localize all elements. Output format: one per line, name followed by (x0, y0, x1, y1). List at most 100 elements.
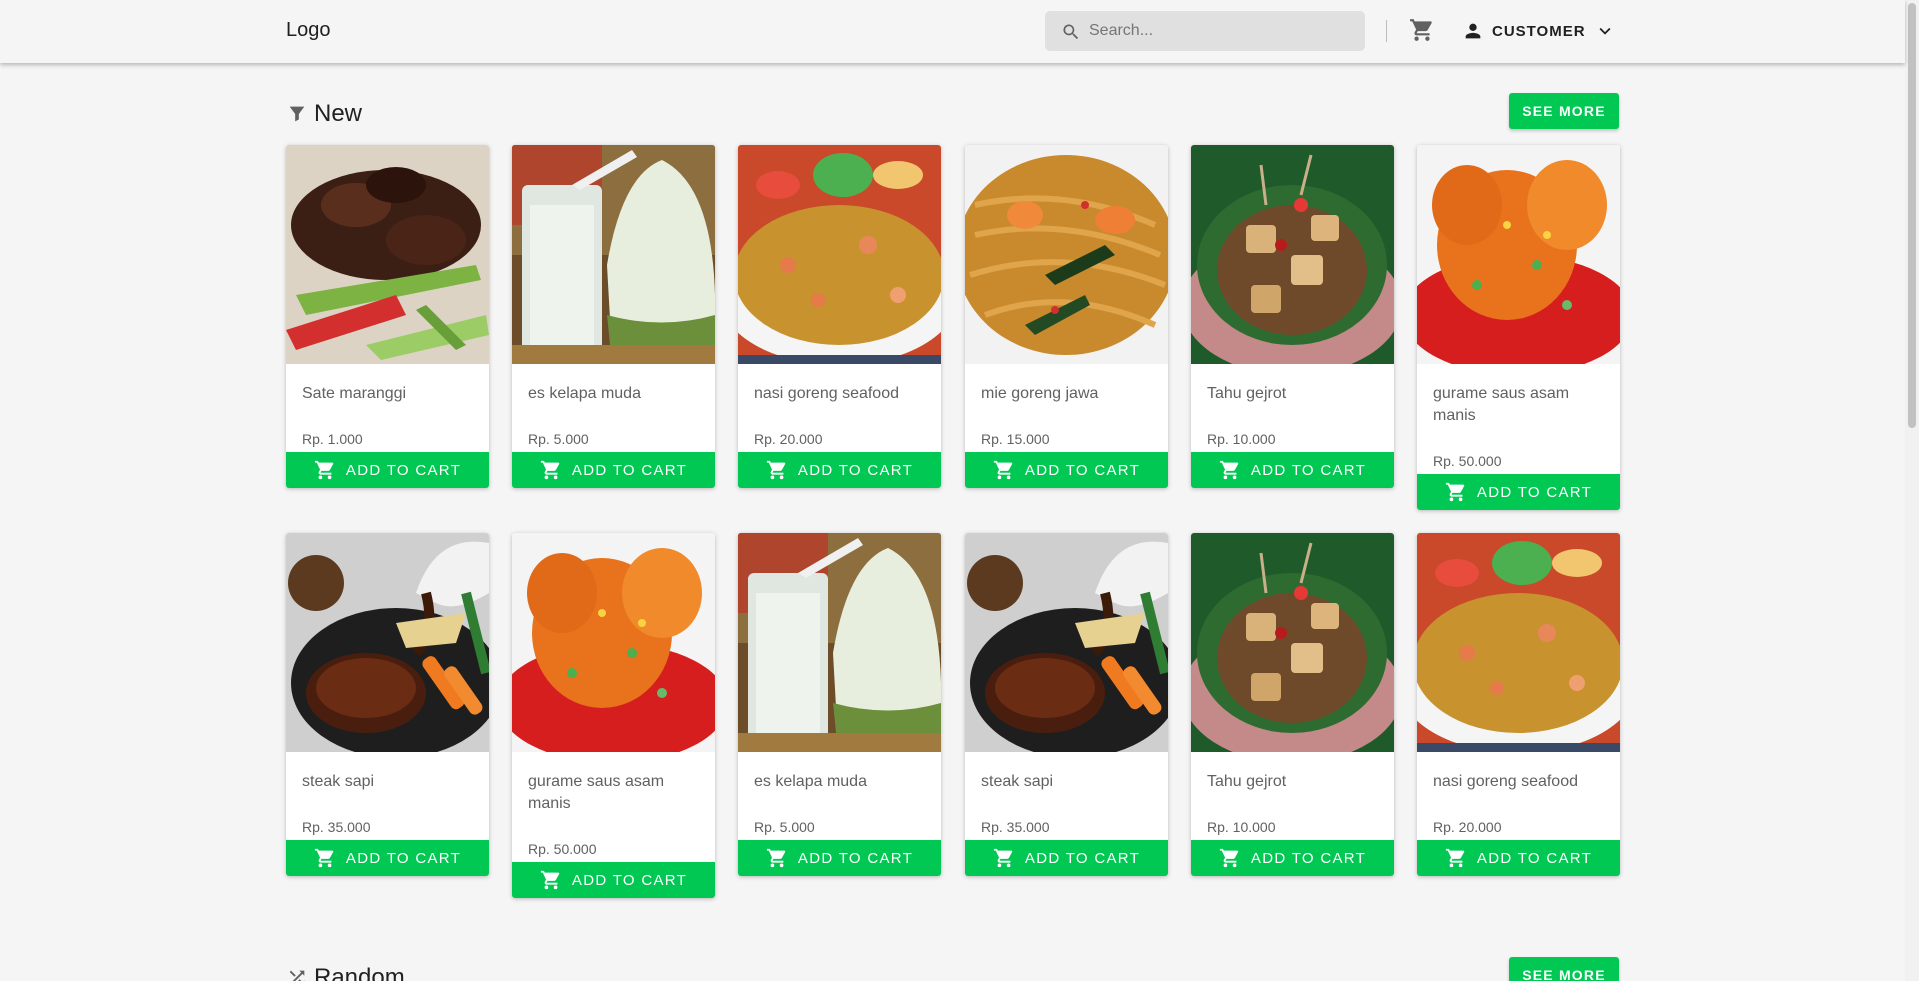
product-image-tofu[interactable] (1191, 533, 1394, 752)
product-image-satay[interactable] (286, 145, 489, 364)
header-divider (1386, 20, 1387, 42)
product-card[interactable]: Sate maranggi Rp. 1.000 ADD TO CART (286, 145, 489, 488)
add-to-cart-button[interactable]: ADD TO CART (1417, 474, 1620, 510)
cart-icon (766, 460, 786, 480)
cart-icon (314, 460, 334, 480)
product-image-noodles[interactable] (965, 145, 1168, 364)
product-name: es kelapa muda (528, 385, 641, 402)
product-price: Rp. 10.000 (1207, 431, 1276, 447)
cart-icon (766, 848, 786, 868)
product-card[interactable]: nasi goreng seafood Rp. 20.000 ADD TO CA… (1417, 533, 1620, 876)
add-to-cart-label: ADD TO CART (571, 461, 688, 479)
section-new-header: New SEE MORE (286, 93, 1619, 133)
search-box[interactable] (1045, 11, 1365, 51)
product-card[interactable]: gurame saus asam manis Rp. 50.000 ADD TO… (512, 533, 715, 898)
product-card[interactable]: Tahu gejrot Rp. 10.000 ADD TO CART (1191, 533, 1394, 876)
add-to-cart-button[interactable]: ADD TO CART (1417, 840, 1620, 876)
add-to-cart-label: ADD TO CART (1476, 483, 1593, 501)
product-card[interactable]: nasi goreng seafood Rp. 20.000 ADD TO CA… (738, 145, 941, 488)
section-random-title: Random (314, 964, 405, 981)
add-to-cart-button[interactable]: ADD TO CART (512, 452, 715, 488)
scrollbar-thumb[interactable] (1908, 3, 1916, 428)
product-name: nasi goreng seafood (754, 385, 899, 402)
add-to-cart-label: ADD TO CART (345, 849, 462, 867)
product-image-gurame[interactable] (1417, 145, 1620, 364)
add-to-cart-button[interactable]: ADD TO CART (1191, 840, 1394, 876)
section-title: Random (286, 964, 405, 981)
filter-icon (289, 106, 305, 122)
product-image-tofu[interactable] (1191, 145, 1394, 364)
product-price: Rp. 5.000 (754, 819, 815, 835)
product-card[interactable]: mie goreng jawa Rp. 15.000 ADD TO CART (965, 145, 1168, 488)
app-bar: Logo CUSTOMER (0, 0, 1905, 63)
add-to-cart-label: ADD TO CART (797, 461, 914, 479)
cart-icon (1410, 19, 1432, 41)
add-to-cart-label: ADD TO CART (797, 849, 914, 867)
add-to-cart-label: ADD TO CART (1250, 461, 1367, 479)
product-name: gurame saus asam manis (1433, 385, 1570, 424)
product-image-gurame[interactable] (512, 533, 715, 752)
product-price: Rp. 10.000 (1207, 819, 1276, 835)
add-to-cart-label: ADD TO CART (1250, 849, 1367, 867)
product-name: gurame saus asam manis (528, 773, 665, 812)
product-price: Rp. 35.000 (981, 819, 1050, 835)
product-image-steak[interactable] (965, 533, 1168, 752)
cart-icon (540, 460, 560, 480)
add-to-cart-label: ADD TO CART (1476, 849, 1593, 867)
add-to-cart-button[interactable]: ADD TO CART (965, 452, 1168, 488)
user-menu-button[interactable]: CUSTOMER (1462, 17, 1616, 45)
product-image-friedrice[interactable] (1417, 533, 1620, 752)
product-price: Rp. 50.000 (528, 841, 597, 857)
see-more-random-button[interactable]: SEE MORE (1509, 957, 1619, 981)
section-new-title: New (314, 100, 363, 127)
product-name: nasi goreng seafood (1433, 773, 1578, 790)
cart-icon (1445, 848, 1465, 868)
product-price: Rp. 20.000 (754, 431, 823, 447)
product-image-coconut[interactable] (512, 145, 715, 364)
product-card[interactable]: es kelapa muda Rp. 5.000 ADD TO CART (738, 533, 941, 876)
section-title: New (286, 100, 362, 128)
chevron-down-icon (1599, 27, 1611, 35)
product-price: Rp. 5.000 (528, 431, 589, 447)
add-to-cart-button[interactable]: ADD TO CART (738, 840, 941, 876)
search-input[interactable] (1089, 11, 1349, 51)
add-to-cart-button[interactable]: ADD TO CART (286, 840, 489, 876)
product-name: Tahu gejrot (1207, 773, 1287, 790)
product-name: steak sapi (302, 773, 375, 790)
add-to-cart-button[interactable]: ADD TO CART (286, 452, 489, 488)
product-card[interactable]: steak sapi Rp. 35.000 ADD TO CART (965, 533, 1168, 876)
add-to-cart-label: ADD TO CART (345, 461, 462, 479)
product-name: Sate maranggi (302, 385, 407, 402)
section-random-header: Random SEE MORE (286, 957, 1619, 981)
logo[interactable]: Logo (286, 19, 331, 42)
add-to-cart-label: ADD TO CART (1024, 849, 1141, 867)
product-card[interactable]: gurame saus asam manis Rp. 50.000 ADD TO… (1417, 145, 1620, 510)
page-scrollbar[interactable] (1905, 0, 1919, 981)
product-name: es kelapa muda (754, 773, 867, 790)
product-name: Tahu gejrot (1207, 385, 1287, 402)
product-card[interactable]: es kelapa muda Rp. 5.000 ADD TO CART (512, 145, 715, 488)
add-to-cart-button[interactable]: ADD TO CART (738, 452, 941, 488)
product-image-friedrice[interactable] (738, 145, 941, 364)
cart-icon (314, 848, 334, 868)
see-more-new-button[interactable]: SEE MORE (1509, 93, 1619, 129)
product-price: Rp. 20.000 (1433, 819, 1502, 835)
cart-icon (1219, 848, 1239, 868)
product-card[interactable]: steak sapi Rp. 35.000 ADD TO CART (286, 533, 489, 876)
add-to-cart-label: ADD TO CART (571, 871, 688, 889)
cart-button[interactable] (1409, 17, 1435, 43)
cart-icon (993, 848, 1013, 868)
product-card[interactable]: Tahu gejrot Rp. 10.000 ADD TO CART (1191, 145, 1394, 488)
cart-icon (1445, 482, 1465, 502)
product-price: Rp. 35.000 (302, 819, 371, 835)
add-to-cart-label: ADD TO CART (1024, 461, 1141, 479)
add-to-cart-button[interactable]: ADD TO CART (512, 862, 715, 898)
cart-icon (993, 460, 1013, 480)
product-price: Rp. 50.000 (1433, 453, 1502, 469)
product-price: Rp. 15.000 (981, 431, 1050, 447)
product-image-coconut[interactable] (738, 533, 941, 752)
product-name: mie goreng jawa (981, 385, 1099, 402)
add-to-cart-button[interactable]: ADD TO CART (1191, 452, 1394, 488)
add-to-cart-button[interactable]: ADD TO CART (965, 840, 1168, 876)
product-image-steak[interactable] (286, 533, 489, 752)
